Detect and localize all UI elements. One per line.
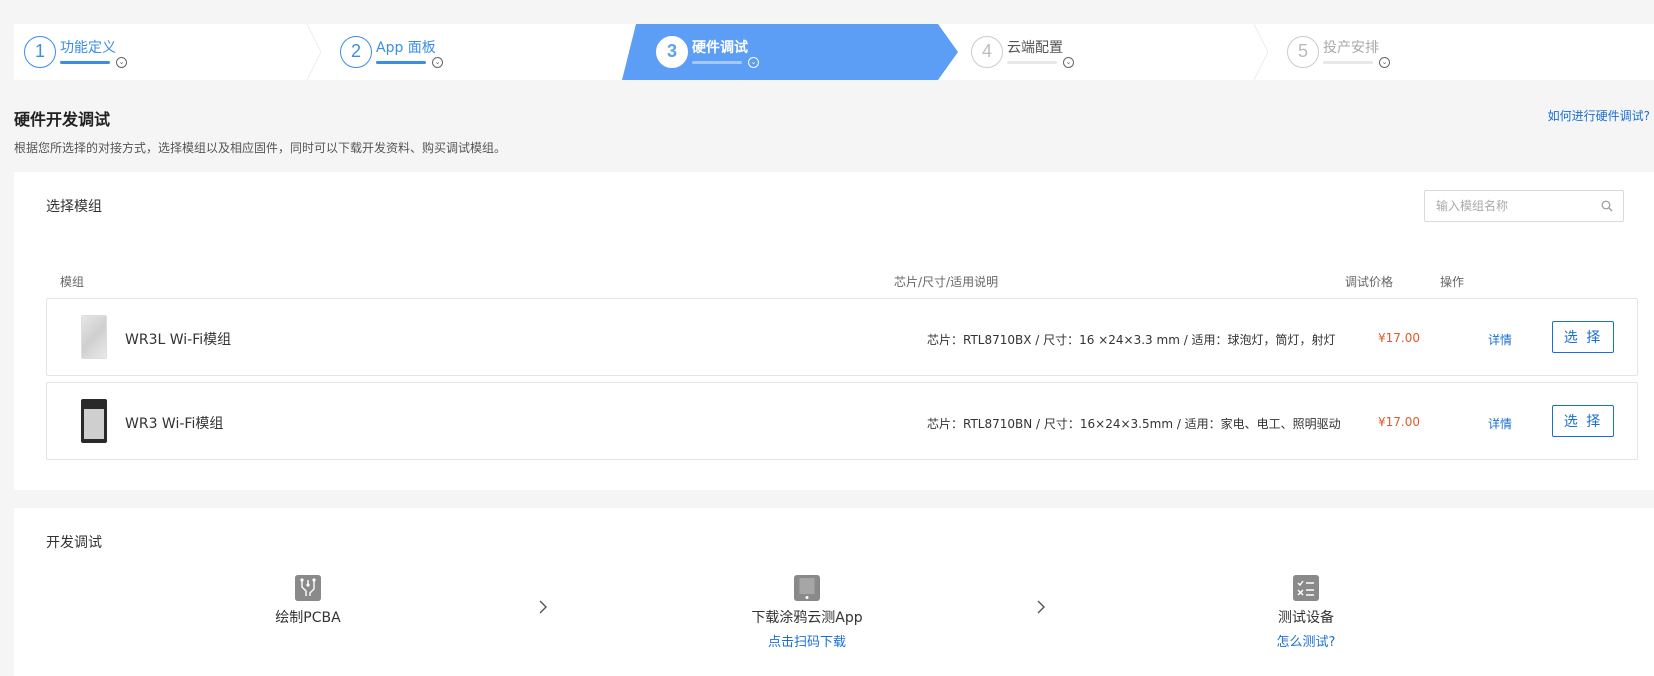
chevron-down-icon[interactable]: ⌄ — [116, 57, 127, 68]
step-separator — [307, 24, 321, 80]
dev-step-label: 下载涂鸦云测App — [751, 610, 863, 626]
progress-stepper: 1 功能定义 ⌄ 2 App 面板 ⌄ 3 硬件调试 ⌄ 4 云端配置 ⌄ 5 … — [14, 24, 1654, 80]
column-header-spec: 芯片/尺寸/适用说明 — [894, 275, 999, 289]
chevron-right-icon — [539, 600, 547, 614]
circuit-board-icon — [295, 575, 321, 601]
dev-step-download-app: 下载涂鸦云测App 点击扫码下载 — [687, 575, 927, 650]
step-label: 云端配置 — [1007, 40, 1063, 56]
module-price: ¥17.00 — [1378, 331, 1420, 345]
phone-icon — [794, 575, 820, 601]
step-label: 投产安排 — [1323, 40, 1379, 56]
step-separator — [1254, 24, 1268, 80]
detail-link[interactable]: 详情 — [1488, 331, 1512, 348]
step-progress-bar — [376, 61, 426, 64]
column-header-price: 调试价格 — [1345, 275, 1394, 289]
dev-step-label: 绘制PCBA — [275, 610, 341, 626]
step-number: 5 — [1287, 36, 1319, 68]
dev-step-pcba: 绘制PCBA — [188, 575, 428, 627]
detail-link[interactable]: 详情 — [1488, 415, 1512, 432]
step-app-panel[interactable]: 2 App 面板 ⌄ — [334, 24, 624, 80]
module-selection-card: 选择模组 模组 芯片/尺寸/适用说明 调试价格 操作 WR3L Wi-Fi模组 … — [14, 172, 1654, 490]
step-progress-bar — [1007, 61, 1057, 64]
select-button[interactable]: 选 择 — [1552, 321, 1614, 353]
step-cloud-config[interactable]: 4 云端配置 ⌄ — [965, 24, 1255, 80]
module-name: WR3L Wi-Fi模组 — [125, 332, 232, 348]
column-header-action: 操作 — [1440, 275, 1465, 289]
step-number: 2 — [340, 36, 372, 68]
checklist-icon — [1293, 575, 1319, 601]
module-name: WR3 Wi-Fi模组 — [125, 416, 224, 432]
section-title: 选择模组 — [46, 199, 102, 215]
step-progress-bar — [60, 61, 110, 64]
dev-step-label: 测试设备 — [1278, 610, 1334, 626]
how-to-test-link[interactable]: 怎么测试? — [1186, 631, 1426, 650]
table-row: WR3L Wi-Fi模组 芯片：RTL8710BX / 尺寸：16 ×24×3.… — [46, 298, 1638, 376]
module-price: ¥17.00 — [1378, 415, 1420, 429]
step-label: 硬件调试 — [692, 40, 748, 56]
chevron-down-icon[interactable]: ⌄ — [748, 57, 759, 68]
step-label: 功能定义 — [60, 40, 116, 56]
section-title: 开发调试 — [46, 535, 102, 551]
step-label: App 面板 — [376, 40, 436, 56]
module-search[interactable] — [1424, 190, 1624, 222]
chevron-down-icon[interactable]: ⌄ — [1379, 57, 1390, 68]
step-number: 4 — [971, 36, 1003, 68]
help-link[interactable]: 如何进行硬件调试? — [1548, 107, 1650, 124]
chevron-down-icon[interactable]: ⌄ — [432, 57, 443, 68]
step-progress-bar — [692, 61, 742, 64]
module-spec: 芯片：RTL8710BX / 尺寸：16 ×24×3.3 mm / 适用：球泡灯… — [927, 333, 1336, 347]
dev-step-test-device: 测试设备 怎么测试? — [1186, 575, 1426, 650]
step-progress-bar — [1323, 61, 1373, 64]
select-button[interactable]: 选 择 — [1552, 405, 1614, 437]
chevron-right-icon — [1037, 600, 1045, 614]
column-header-module: 模组 — [60, 275, 85, 289]
step-number: 3 — [656, 36, 688, 68]
step-function-definition[interactable]: 1 功能定义 ⌄ — [18, 24, 308, 80]
module-spec: 芯片：RTL8710BN / 尺寸：16×24×3.5mm / 适用：家电、电工… — [927, 417, 1341, 431]
step-number: 1 — [24, 36, 56, 68]
dev-debug-card: 开发调试 绘制PCBA 下载涂鸦云测App 点击扫码下载 测试设备 怎么测试? — [14, 508, 1654, 676]
table-row: WR3 Wi-Fi模组 芯片：RTL8710BN / 尺寸：16×24×3.5m… — [46, 382, 1638, 460]
step-hardware-debug[interactable]: 3 硬件调试 ⌄ — [650, 24, 940, 80]
page-title: 硬件开发调试 — [14, 110, 111, 129]
step-production[interactable]: 5 投产安排 ⌄ — [1281, 24, 1571, 80]
search-icon[interactable] — [1601, 200, 1613, 212]
module-thumbnail — [81, 399, 107, 443]
chevron-down-icon[interactable]: ⌄ — [1063, 57, 1074, 68]
page-description: 根据您所选择的对接方式，选择模组以及相应固件，同时可以下载开发资料、购买调试模组… — [14, 141, 507, 155]
search-input[interactable] — [1425, 191, 1585, 221]
scan-download-link[interactable]: 点击扫码下载 — [687, 631, 927, 650]
module-thumbnail — [81, 315, 107, 359]
